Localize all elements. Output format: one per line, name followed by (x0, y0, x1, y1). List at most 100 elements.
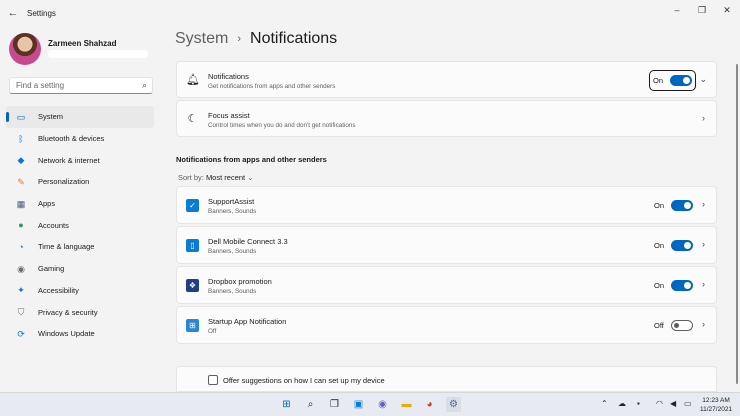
app-subtitle: Banners, Sounds (208, 288, 257, 295)
taskbar-search-icon[interactable]: ⌕ (303, 397, 318, 412)
notifications-toggle[interactable] (670, 74, 692, 86)
file-explorer-icon[interactable]: ▬ (399, 397, 414, 412)
globe-clock-icon: ◔ (18, 241, 24, 252)
app-row-dropbox-promotion[interactable]: ❖ Dropbox promotion Banners, Sounds On › (176, 266, 717, 304)
app-name: Dropbox promotion (208, 277, 272, 286)
tray-app-icon[interactable]: ▪ (637, 399, 640, 408)
minimize-icon[interactable]: – (670, 4, 684, 16)
sidebar-item-gaming[interactable]: ◉ Gaming (6, 258, 154, 280)
chevron-down-icon: ⌄ (247, 173, 254, 182)
maximize-icon[interactable]: ❐ (695, 4, 709, 16)
start-icon[interactable]: ⊞ (279, 397, 294, 412)
sidebar-item-bluetooth[interactable]: ᛒ Bluetooth & devices (6, 128, 154, 150)
sidebar-item-label: Privacy & security (38, 307, 98, 317)
suggestions-label[interactable]: Offer suggestions on how I can set up my… (223, 376, 385, 385)
notifications-toggle-focus-ring[interactable]: On (649, 70, 696, 91)
supportassist-icon: ✓ (186, 199, 199, 212)
tray-chevron-up-icon[interactable]: ⌃ (601, 399, 608, 408)
expand-chevron-icon[interactable]: ⌄ (699, 74, 707, 85)
system-icon: ▭ (16, 111, 26, 122)
title-bar: ← Settings – ❐ ✕ (0, 0, 740, 26)
sidebar-item-privacy[interactable]: ⛉ Privacy & security (6, 301, 154, 323)
accessibility-icon: ✦ (17, 285, 25, 296)
wifi-icon: ◆ (17, 155, 25, 166)
app-name: Dell Mobile Connect 3.3 (208, 237, 288, 246)
startup-app-icon: ⊞ (186, 319, 199, 332)
sidebar-item-windows-update[interactable]: ⟳ Windows Update (6, 323, 154, 345)
search-icon[interactable]: ⌕ (142, 80, 147, 91)
chat-icon[interactable]: ◉ (375, 397, 390, 412)
focus-assist-card[interactable]: ☾ Focus assist Control times when you do… (176, 100, 717, 137)
sidebar-item-label: Gaming (38, 264, 65, 274)
app-state: On (654, 241, 665, 250)
window-title: Settings (27, 9, 56, 18)
dropbox-icon: ❖ (186, 279, 199, 292)
app-row-startup-app-notification[interactable]: ⊞ Startup App Notification Off Off › (176, 306, 717, 344)
apps-icon: ▦ (16, 198, 26, 209)
clock-time: 12:23 AM (702, 397, 730, 404)
sidebar-item-label: Accounts (38, 220, 69, 230)
onedrive-icon[interactable]: ☁ (618, 399, 626, 408)
focus-assist-title: Focus assist (208, 111, 250, 120)
page-title: Notifications (250, 30, 338, 47)
sort-value: Most recent (205, 173, 246, 182)
app-name: SupportAssist (208, 197, 255, 206)
chevron-right-icon: › (702, 239, 705, 249)
taskbar: ⊞ ⌕ ❐ ▣ ◉ ▬ ◕ ⚙ ⌃ ☁ ▪ ◠ ◀ ▭ 12:23 AM 11/… (0, 392, 740, 416)
sort-dropdown[interactable]: Sort by: Most recent ⌄ (178, 173, 254, 182)
widgets-icon[interactable]: ▣ (351, 397, 366, 412)
sidebar-item-system[interactable]: ▭ System (6, 106, 154, 128)
suggestions-checkbox[interactable] (208, 375, 218, 385)
notifications-card[interactable]: 🔔︎ Notifications Get notifications from … (176, 61, 717, 98)
sidebar-item-label: System (38, 112, 64, 122)
breadcrumb: System › Notifications (175, 30, 337, 48)
update-icon: ⟳ (17, 328, 25, 339)
app-state: Off (654, 321, 664, 330)
app-name: Startup App Notification (208, 317, 287, 326)
wifi-tray-icon[interactable]: ◠ (656, 399, 663, 408)
user-name: Zarmeen Shahzad (48, 39, 117, 48)
sidebar-item-label: Accessibility (38, 285, 79, 295)
gamepad-icon: ◉ (17, 263, 25, 274)
sidebar-item-accounts[interactable]: ● Accounts (6, 214, 154, 236)
sidebar-item-label: Bluetooth & devices (38, 134, 105, 144)
chrome-icon[interactable]: ◕ (422, 397, 437, 412)
scrollbar[interactable] (736, 64, 738, 384)
dell-mobile-connect-icon: ▯ (186, 239, 199, 252)
app-toggle[interactable] (671, 280, 693, 291)
avatar[interactable] (9, 33, 41, 65)
breadcrumb-separator: › (237, 33, 242, 45)
settings-gear-icon[interactable]: ⚙ (446, 397, 461, 412)
sidebar-item-personalization[interactable]: ✎ Personalization (6, 171, 154, 193)
volume-icon[interactable]: ◀ (670, 399, 676, 408)
notifications-subtitle: Get notifications from apps and other se… (208, 83, 336, 90)
sidebar-item-apps[interactable]: ▦ Apps (6, 193, 154, 215)
close-icon[interactable]: ✕ (720, 4, 734, 16)
app-row-supportassist[interactable]: ✓ SupportAssist Banners, Sounds On › (176, 186, 717, 224)
task-view-icon[interactable]: ❐ (327, 397, 342, 412)
app-subtitle: Banners, Sounds (208, 208, 257, 215)
app-state: On (654, 281, 665, 290)
sidebar-item-network[interactable]: ◆ Network & internet (6, 149, 154, 171)
notifications-title: Notifications (208, 72, 249, 81)
chevron-right-icon: › (702, 319, 705, 329)
app-row-dell-mobile-connect[interactable]: ▯ Dell Mobile Connect 3.3 Banners, Sound… (176, 226, 717, 264)
battery-icon[interactable]: ▭ (684, 399, 692, 408)
sidebar-item-accessibility[interactable]: ✦ Accessibility (6, 280, 154, 302)
chevron-right-icon: › (702, 279, 705, 289)
clock-date: 11/27/2021 (700, 406, 733, 413)
app-toggle[interactable] (671, 200, 693, 211)
back-arrow-icon[interactable]: ← (7, 7, 19, 19)
sidebar-item-label: Apps (38, 199, 56, 209)
redacted-email (48, 50, 148, 58)
app-toggle[interactable] (671, 240, 693, 251)
sidebar-item-time-language[interactable]: ◔ Time & language (6, 236, 154, 258)
sidebar-item-label: Network & internet (38, 155, 100, 165)
app-state: On (654, 201, 665, 210)
app-toggle[interactable] (671, 320, 693, 331)
sidebar-item-label: Windows Update (38, 329, 95, 339)
chevron-right-icon: › (702, 199, 705, 209)
clock[interactable]: 12:23 AM 11/27/2021 (700, 396, 732, 414)
search-input[interactable]: Find a setting ⌕ (9, 77, 153, 94)
breadcrumb-parent[interactable]: System (175, 30, 228, 48)
